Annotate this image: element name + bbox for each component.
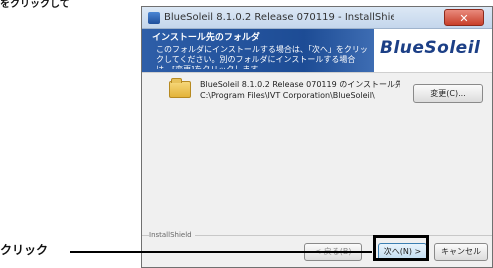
window-titlebar: BlueSoleil 8.1.0.2 Release 070119 - Inst… <box>142 7 492 29</box>
folder-icon <box>169 78 191 98</box>
install-location-text: BlueSoleil 8.1.0.2 Release 070119 のインストー… <box>200 79 400 101</box>
close-icon[interactable]: ✕ <box>444 9 484 26</box>
screenshot-stage: をクリックして BlueSoleil 8.1.0.2 Release 07011… <box>0 0 493 268</box>
window-title: BlueSoleil 8.1.0.2 Release 070119 - Inst… <box>164 12 394 23</box>
banner-heading: インストール先のフォルダ <box>152 33 260 43</box>
installshield-label: InstallShield <box>149 230 195 240</box>
banner-description: このフォルダにインストールする場合は、「次へ」をクリックしてください。別のフォル… <box>156 45 368 69</box>
wizard-banner: インストール先のフォルダ このフォルダにインストールする場合は、「次へ」をクリッ… <box>142 29 492 73</box>
bluesoleil-logo: BlueSoleil <box>380 38 481 58</box>
install-location-path: C:\Program Files\IVT Corporation\BlueSol… <box>200 91 375 100</box>
instruction-caption-top: をクリックして <box>0 0 70 10</box>
banner-panel: インストール先のフォルダ このフォルダにインストールする場合は、「次へ」をクリッ… <box>142 29 374 72</box>
cancel-button[interactable]: キャンセル <box>434 243 488 261</box>
app-icon <box>148 12 160 24</box>
callout-label: クリック <box>0 243 49 257</box>
callout-pointer-line <box>70 251 372 253</box>
installshield-wizard-window: BlueSoleil 8.1.0.2 Release 070119 - Inst… <box>141 6 493 268</box>
change-button[interactable]: 変更(C)... <box>413 84 483 103</box>
callout-highlight-box <box>373 235 429 261</box>
install-location-label: BlueSoleil 8.1.0.2 Release 070119 のインストー… <box>200 80 400 89</box>
